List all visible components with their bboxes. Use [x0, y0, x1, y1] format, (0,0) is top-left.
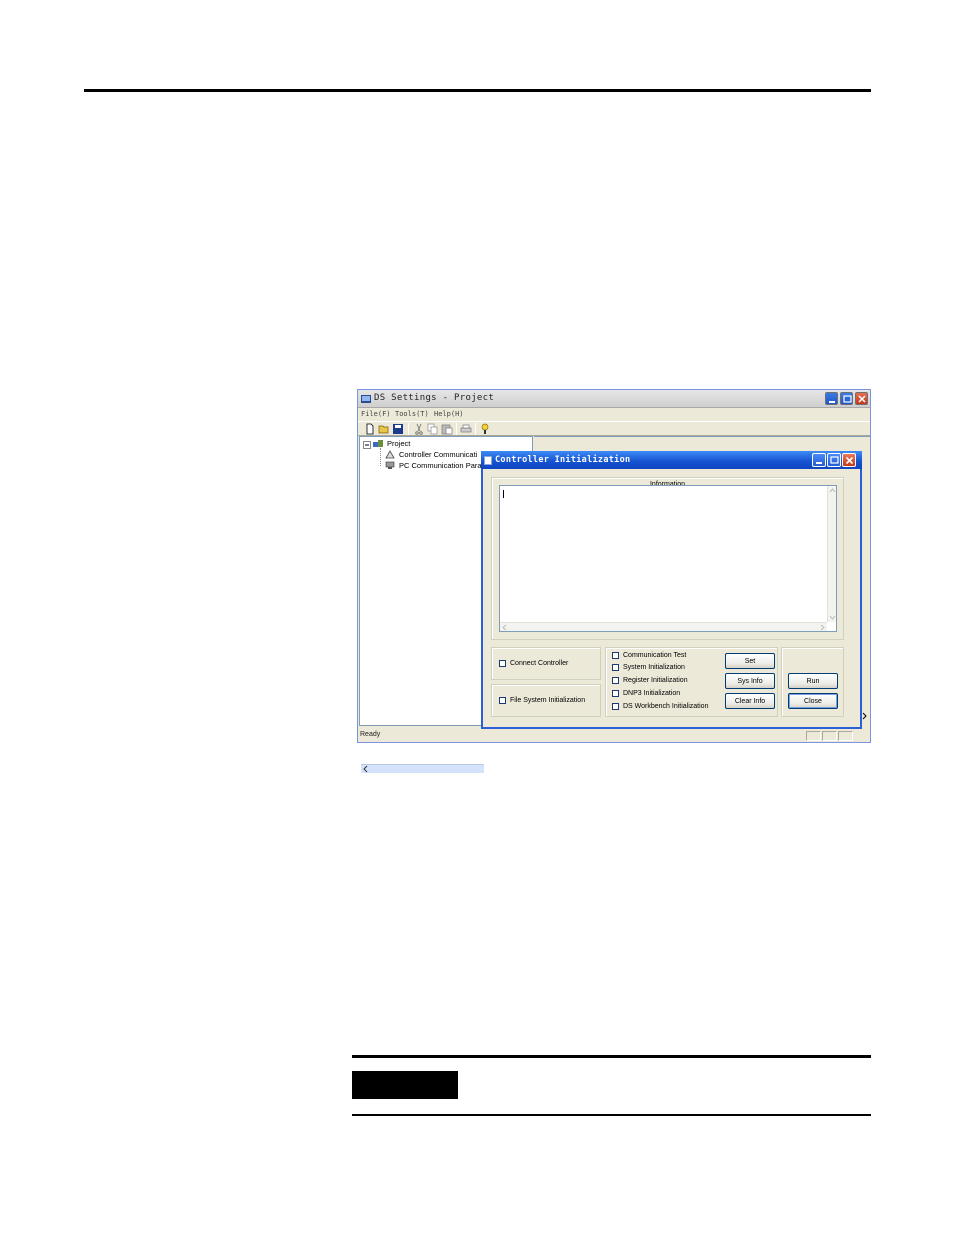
open-folder-icon[interactable] — [378, 423, 390, 435]
tree-item-pc-communication[interactable]: PC Communication Para — [399, 461, 482, 470]
option-label: System Initialization — [623, 664, 685, 671]
set-button[interactable]: Set — [725, 653, 775, 669]
paste-icon[interactable] — [441, 423, 453, 435]
maximize-icon — [830, 456, 839, 464]
option-label: DNP3 Initialization — [623, 690, 681, 697]
maximize-button[interactable] — [840, 392, 853, 405]
close-window-button[interactable] — [855, 392, 868, 405]
toolbar — [358, 421, 870, 436]
toolbar-separator — [475, 423, 476, 435]
minimize-button[interactable] — [825, 392, 838, 405]
minimize-icon — [829, 401, 835, 403]
scroll-left-icon[interactable] — [362, 765, 369, 773]
menu-bar: File(F) Tools(T) Help(H) — [358, 409, 870, 421]
status-cell — [822, 731, 837, 741]
checkbox-box[interactable] — [612, 677, 619, 684]
status-bar: Ready — [358, 730, 870, 742]
dialog-title: Controller Initialization — [495, 455, 631, 465]
menu-help[interactable]: Help(H) — [434, 410, 464, 418]
checkbox-box[interactable] — [612, 690, 619, 697]
run-button[interactable]: Run — [788, 673, 838, 689]
file-system-init-label: File System Initialization — [510, 697, 586, 704]
checkbox-box[interactable] — [612, 703, 619, 710]
callout-top-rule — [352, 1055, 871, 1058]
information-group: Information — [491, 477, 844, 640]
scroll-right-icon[interactable] — [820, 624, 826, 631]
tree-connector — [380, 448, 381, 466]
option-label: Register Initialization — [623, 677, 688, 684]
dialog-close-button[interactable] — [842, 453, 856, 467]
option-ds-workbench-initialization[interactable]: DS Workbench Initialization — [612, 703, 708, 710]
print-icon[interactable] — [460, 423, 472, 435]
clear-info-button[interactable]: Clear Info — [725, 693, 775, 709]
close-icon — [858, 395, 866, 403]
new-file-icon[interactable] — [364, 423, 376, 435]
toolbar-separator — [456, 423, 457, 435]
maximize-icon — [843, 395, 852, 403]
callout-label-block — [352, 1071, 458, 1099]
app-icon — [361, 395, 371, 403]
sys-info-button[interactable]: Sys Info — [725, 673, 775, 689]
app-titlebar[interactable]: DS Settings - Project — [358, 390, 870, 408]
pc-communication-icon — [385, 461, 395, 469]
tree-item-controller-communication[interactable]: Controller Communicati — [399, 450, 477, 459]
dialog-minimize-button[interactable] — [812, 453, 826, 467]
page-top-rule — [84, 89, 871, 92]
connect-controller-checkbox[interactable]: Connect Controller — [499, 660, 568, 667]
connect-controller-group: Connect Controller — [491, 647, 601, 680]
controller-initialization-dialog: Controller Initialization Information — [481, 451, 862, 729]
project-icon — [373, 440, 383, 447]
info-vertical-scrollbar[interactable] — [827, 486, 836, 622]
info-horizontal-scrollbar[interactable] — [500, 622, 827, 631]
minimize-icon — [816, 462, 822, 464]
connect-controller-label: Connect Controller — [510, 660, 569, 667]
status-cell — [806, 731, 821, 741]
scroll-left-icon[interactable] — [501, 624, 507, 631]
checkbox-box[interactable] — [612, 664, 619, 671]
file-system-group: File System Initialization — [491, 684, 601, 717]
initialization-options-group: Communication Test System Initialization… — [605, 647, 778, 717]
callout-bottom-rule — [352, 1114, 871, 1116]
help-icon[interactable] — [479, 423, 491, 435]
option-label: DS Workbench Initialization — [623, 703, 709, 710]
option-label: Communication Test — [623, 652, 687, 659]
close-button[interactable]: Close — [788, 693, 838, 709]
option-communication-test[interactable]: Communication Test — [612, 652, 686, 659]
checkbox-box[interactable] — [499, 660, 506, 667]
dialog-maximize-button[interactable] — [827, 453, 841, 467]
cut-icon[interactable] — [413, 423, 425, 435]
toolbar-separator — [408, 423, 409, 435]
menu-file[interactable]: File(F) — [361, 410, 391, 418]
information-textarea[interactable] — [499, 485, 837, 632]
scroll-right-icon[interactable] — [862, 712, 868, 720]
tree-horizontal-scrollbar[interactable] — [361, 764, 484, 773]
save-icon[interactable] — [392, 423, 404, 435]
text-caret — [503, 490, 504, 498]
collapse-toggle-icon[interactable] — [363, 441, 371, 449]
scroll-up-icon[interactable] — [829, 487, 836, 493]
option-system-initialization[interactable]: System Initialization — [612, 664, 685, 671]
tree-root-project[interactable]: Project — [387, 439, 410, 448]
close-icon — [845, 456, 854, 465]
checkbox-box[interactable] — [499, 697, 506, 704]
file-system-init-checkbox[interactable]: File System Initialization — [499, 697, 585, 704]
dialog-titlebar[interactable]: Controller Initialization — [481, 451, 862, 469]
option-register-initialization[interactable]: Register Initialization — [612, 677, 688, 684]
checkbox-box[interactable] — [612, 652, 619, 659]
option-dnp3-initialization[interactable]: DNP3 Initialization — [612, 690, 680, 697]
scroll-down-icon[interactable] — [829, 615, 836, 621]
menu-tools[interactable]: Tools(T) — [395, 410, 429, 418]
dialog-icon — [484, 456, 492, 465]
app-title: DS Settings - Project — [374, 393, 495, 403]
status-cell — [838, 731, 853, 741]
run-close-group: Run Close — [781, 647, 844, 717]
copy-icon[interactable] — [427, 423, 439, 435]
controller-communication-icon — [385, 450, 395, 459]
status-text: Ready — [360, 731, 381, 738]
